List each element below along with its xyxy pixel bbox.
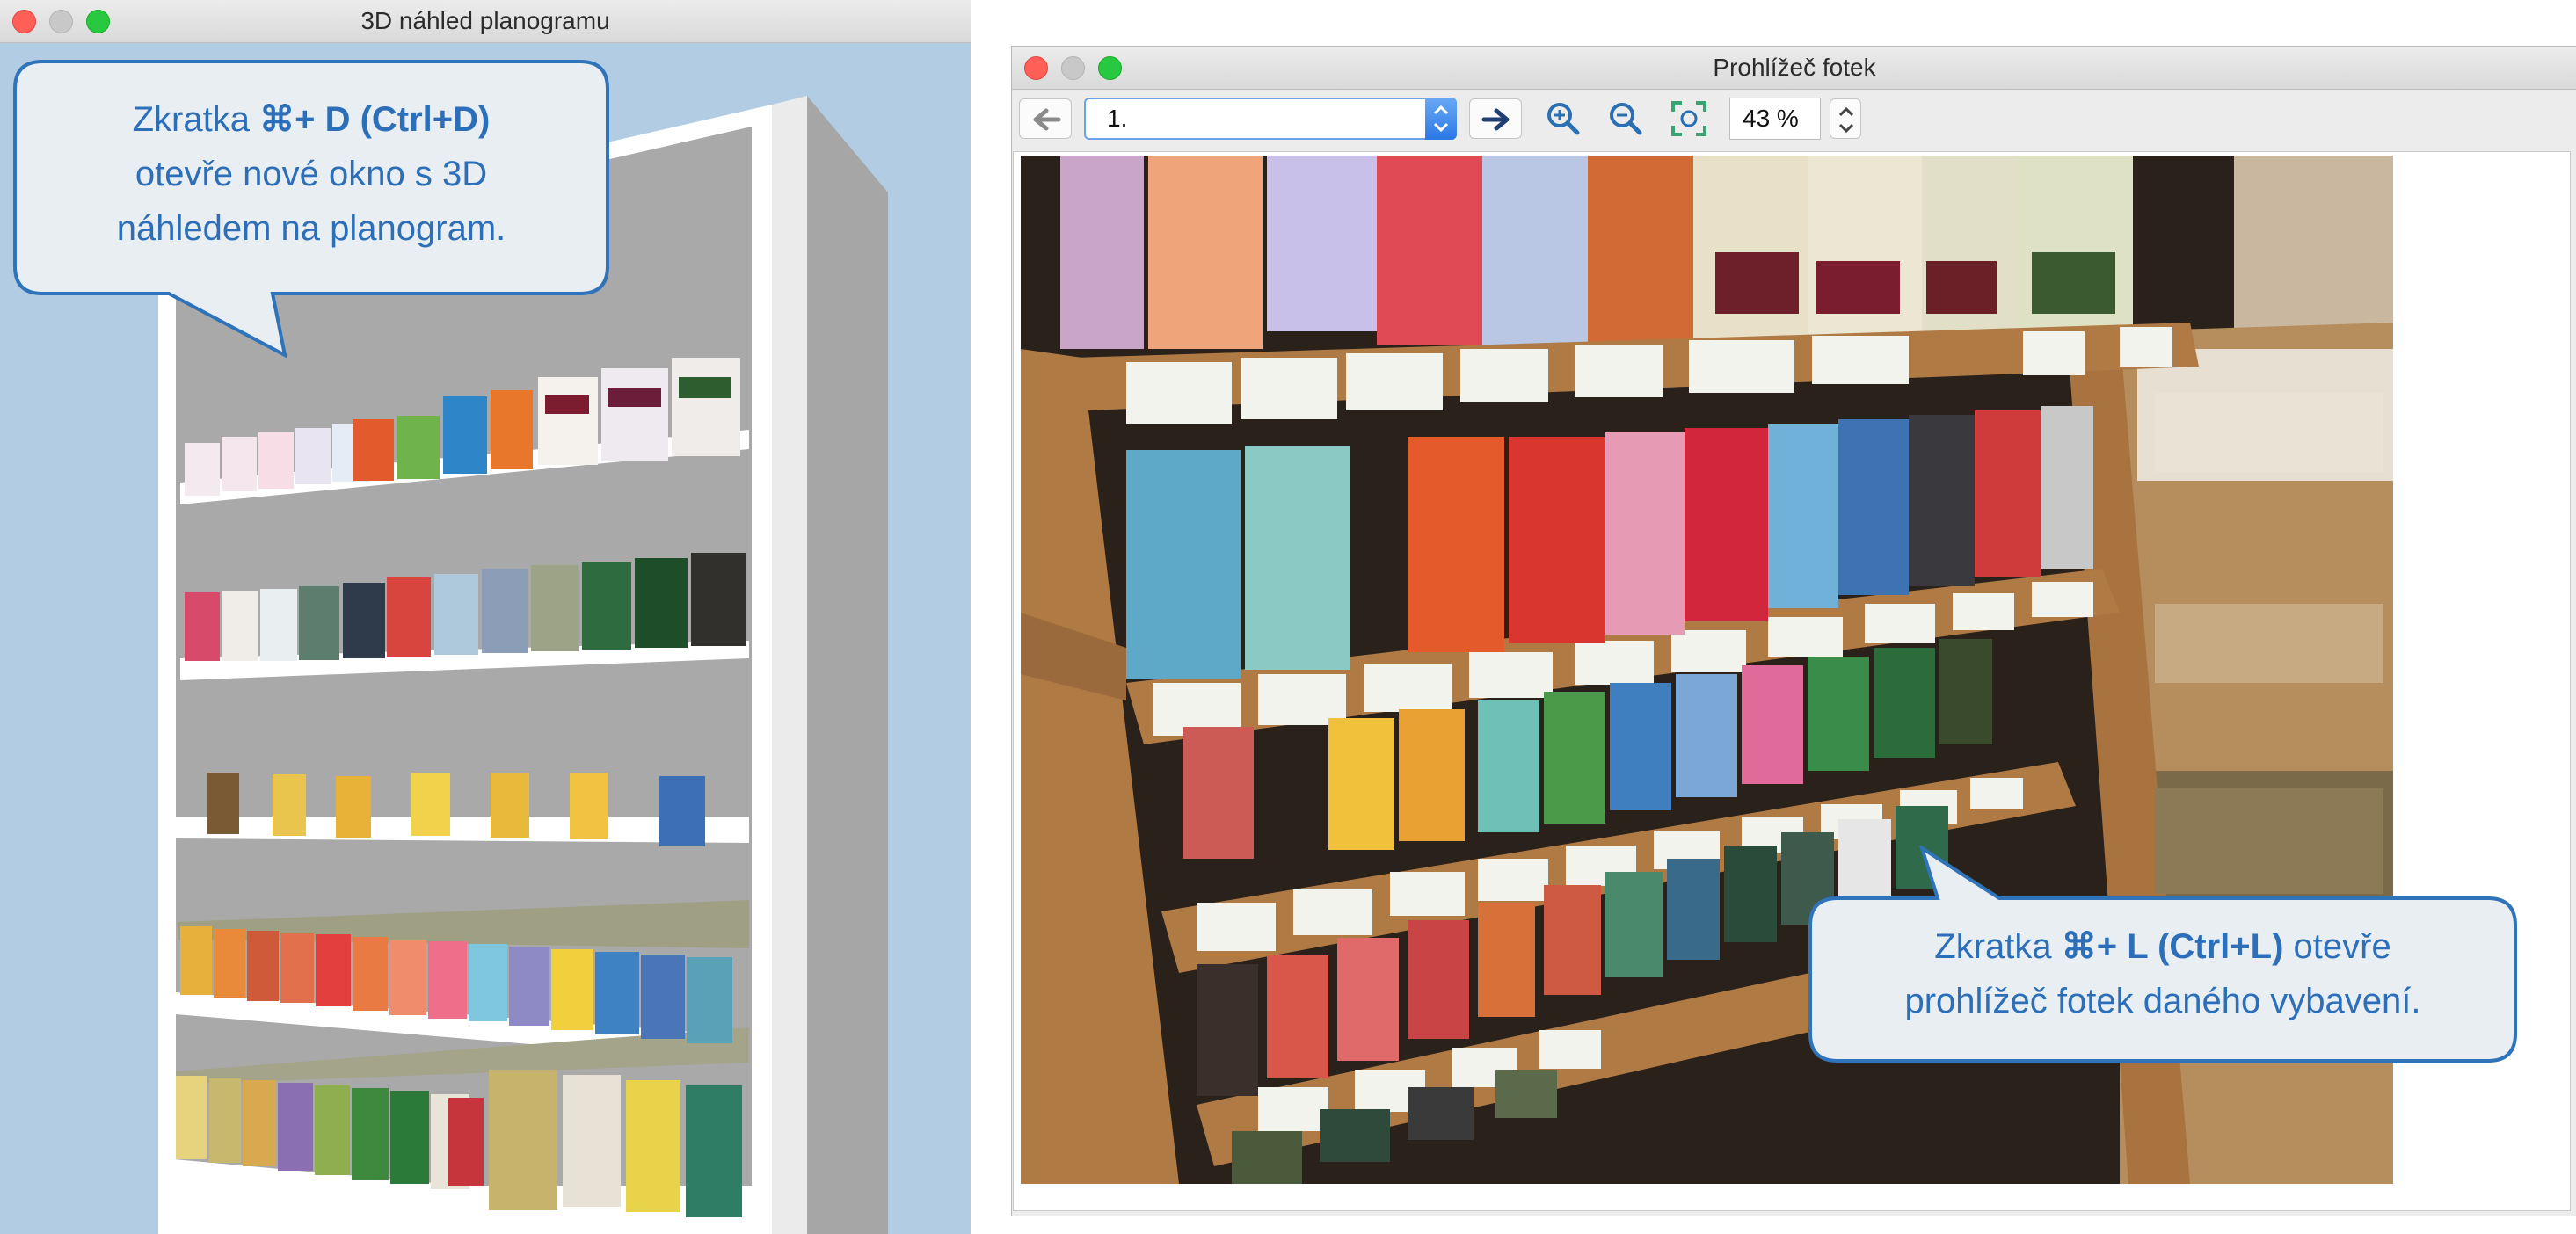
next-photo-button[interactable] bbox=[1469, 98, 1522, 139]
photo-side-bags bbox=[2155, 393, 2383, 894]
arrow-right-icon bbox=[1481, 108, 1510, 131]
photo-top-shelf-products bbox=[1060, 156, 2133, 349]
select-stepper-icon[interactable] bbox=[1425, 98, 1457, 140]
zoom-out-icon[interactable] bbox=[1606, 99, 1645, 138]
shortcut-key: ⌘+ L (Ctrl+L) bbox=[2061, 927, 2284, 966]
zoom-level-field[interactable]: 43 % bbox=[1729, 98, 1821, 140]
photo-viewer-window: Prohlížeč fotek 1. 43 % Zkratka ⌘+ L (Ct… bbox=[1011, 46, 2576, 1216]
callout-line-2: otevře nové okno s 3D bbox=[135, 155, 488, 193]
callout-line-1: Zkratka ⌘+ D (Ctrl+D) bbox=[132, 100, 491, 139]
callout-line-2: prohlížeč fotek daného vybavení. bbox=[1904, 982, 2421, 1020]
window-title: Prohlížeč fotek bbox=[1713, 54, 1876, 81]
arrow-left-icon bbox=[1033, 108, 1061, 131]
window-title: 3D náhled planogramu bbox=[360, 7, 610, 34]
zoom-stepper[interactable] bbox=[1830, 98, 1861, 139]
shortcut-3d-callout: Zkratka ⌘+ D (Ctrl+D) otevře nové okno s… bbox=[12, 59, 610, 375]
photo-select-value: 1. bbox=[1107, 105, 1128, 132]
shortcut-photo-callout: Zkratka ⌘+ L (Ctrl+L) otevře prohlížeč f… bbox=[1808, 846, 2518, 1063]
photo-viewport[interactable]: Zkratka ⌘+ L (Ctrl+L) otevře prohlížeč f… bbox=[1013, 151, 2571, 1211]
fit-to-window-icon[interactable] bbox=[1670, 99, 1708, 138]
planogram-3d-window: 3D náhled planogramu Zkratka ⌘+ D (Ctrl+… bbox=[0, 0, 971, 1234]
stepper-icon bbox=[1838, 106, 1854, 134]
zoom-level-value: 43 % bbox=[1743, 105, 1799, 132]
callout-line-3: náhledem na planogram. bbox=[116, 209, 506, 248]
shelf-side-edge bbox=[772, 96, 807, 1234]
zoom-in-icon[interactable] bbox=[1544, 99, 1583, 138]
planogram-3d-view[interactable]: Zkratka ⌘+ D (Ctrl+D) otevře nové okno s… bbox=[0, 43, 971, 1234]
shelf-side-panel bbox=[807, 96, 888, 1234]
photo-select[interactable]: 1. bbox=[1084, 98, 1457, 140]
previous-photo-button[interactable] bbox=[1019, 98, 1072, 139]
shortcut-key: ⌘+ D (Ctrl+D) bbox=[259, 100, 491, 139]
callout-line-1: Zkratka ⌘+ L (Ctrl+L) otevře bbox=[1934, 927, 2391, 966]
